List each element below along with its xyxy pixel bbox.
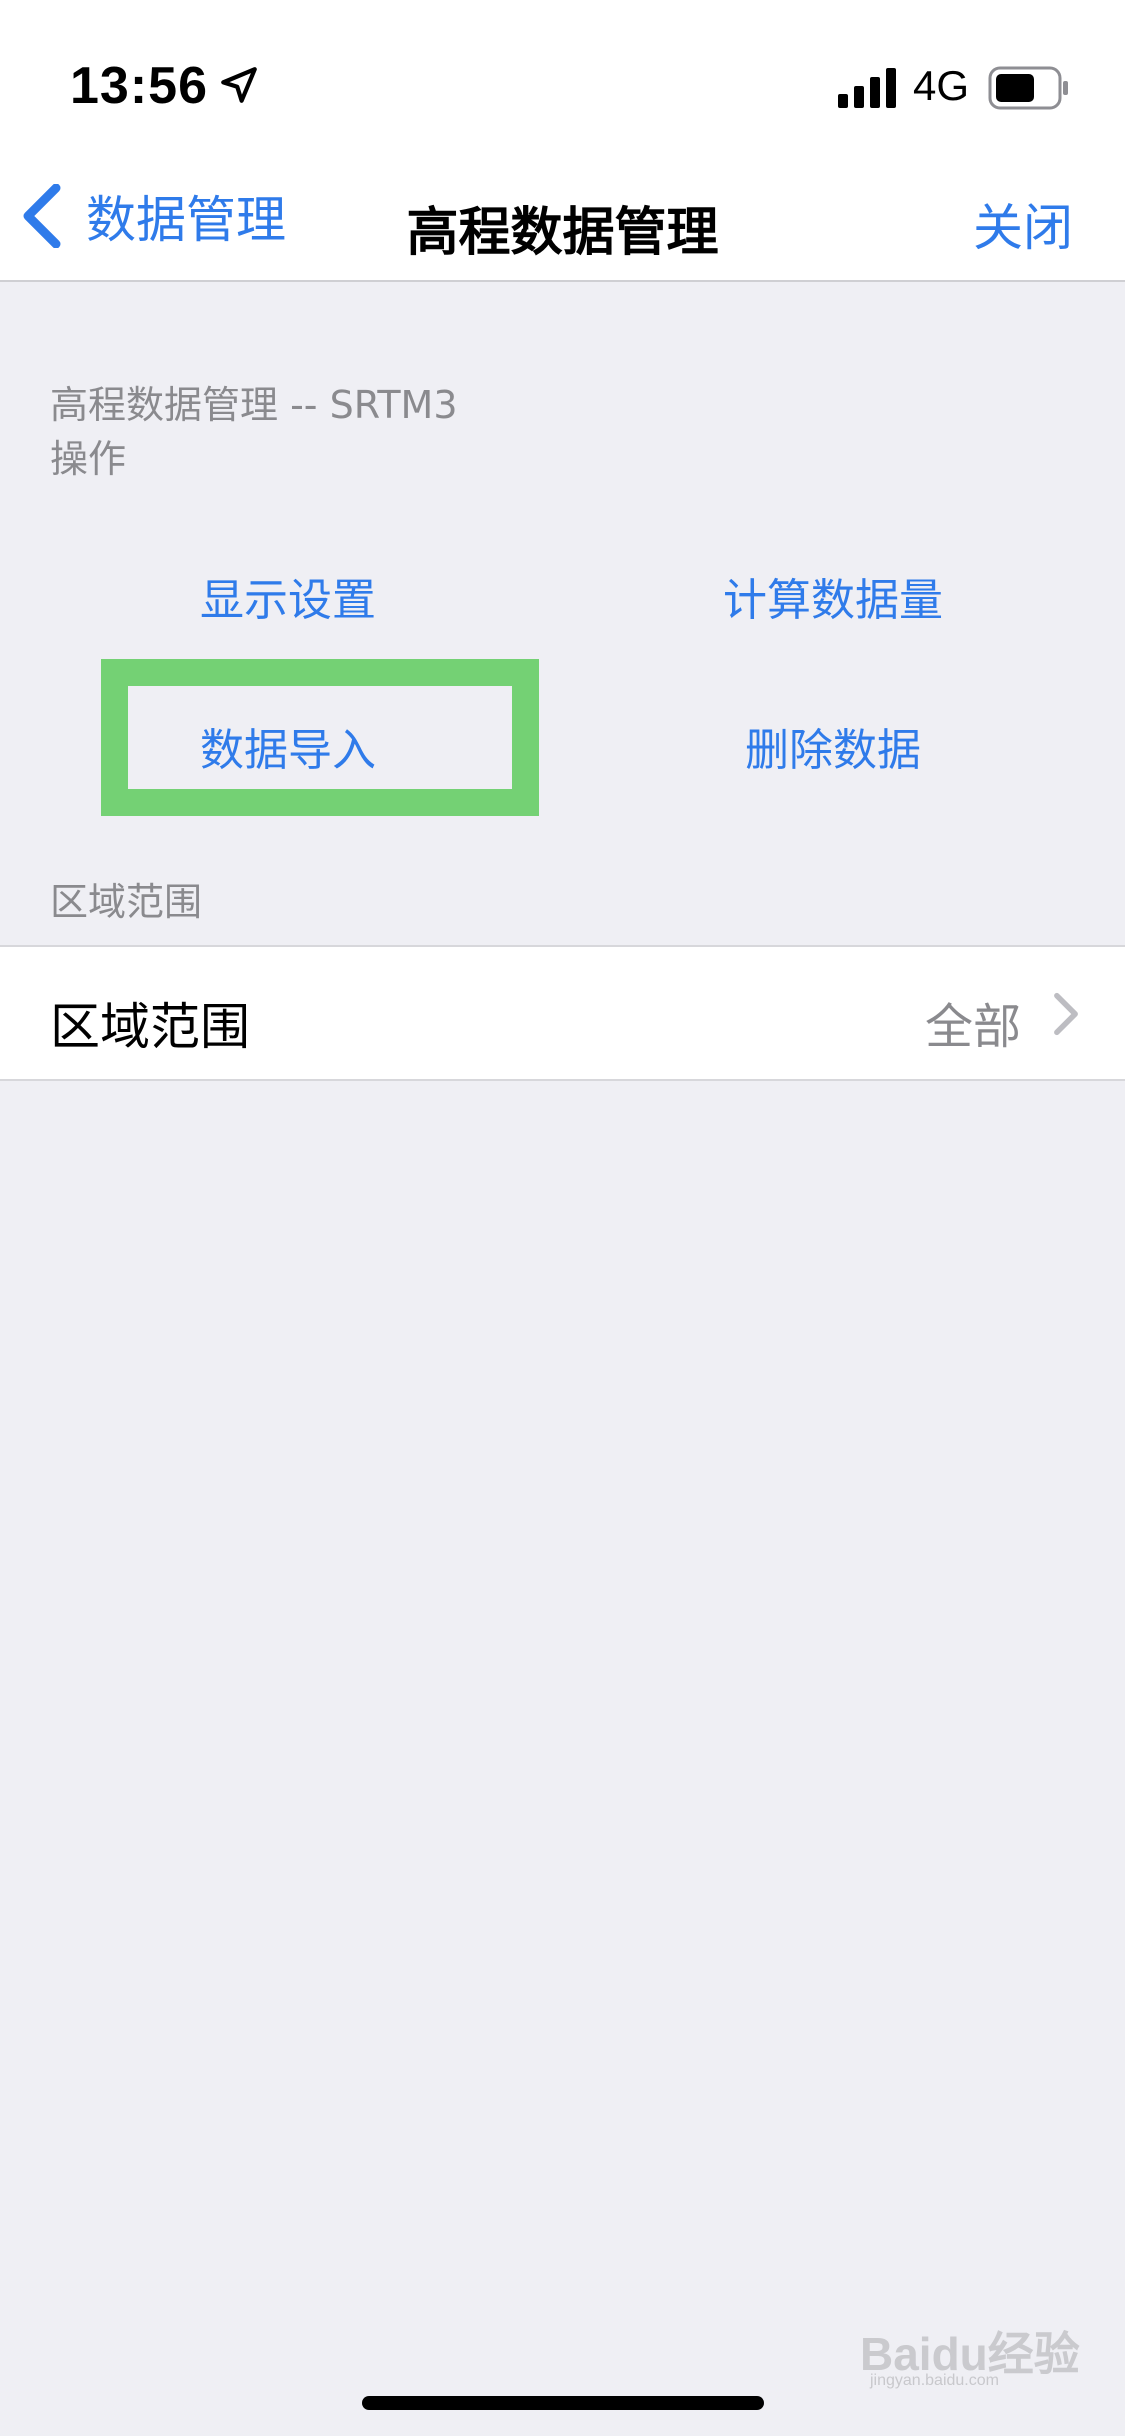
home-indicator[interactable] xyxy=(362,2396,764,2410)
navigation-bar: 数据管理 高程数据管理 关闭 xyxy=(0,150,1125,282)
import-data-button[interactable]: 数据导入 xyxy=(78,714,498,778)
delete-data-button[interactable]: 删除数据 xyxy=(623,714,1043,778)
chevron-right-icon xyxy=(1054,992,1078,1036)
section-header-subtitle: 操作 xyxy=(50,437,127,481)
region-range-label: 区域范围 xyxy=(50,998,250,1056)
location-arrow-icon xyxy=(221,67,257,103)
section-header-title: 高程数据管理 -- SRTM3 xyxy=(50,383,458,427)
region-range-row[interactable]: 区域范围 全部 xyxy=(0,945,1125,1081)
baidu-watermark: Baidu经验 jingyan.baidu.com xyxy=(860,2318,1080,2389)
close-button[interactable]: 关闭 xyxy=(973,188,1073,260)
watermark-sub-text: jingyan.baidu.com xyxy=(870,2372,999,2389)
status-time: 13:56 xyxy=(70,57,208,115)
region-range-value: 全部 xyxy=(924,999,1021,1055)
battery-icon xyxy=(988,66,1068,110)
status-bar: 13:56 4G xyxy=(0,0,1125,150)
page-title: 高程数据管理 xyxy=(406,203,719,263)
display-settings-button[interactable]: 显示设置 xyxy=(78,564,498,628)
signal-bars-icon xyxy=(838,68,896,108)
calculate-data-button[interactable]: 计算数据量 xyxy=(623,564,1043,628)
region-section-header: 区域范围 xyxy=(50,880,203,924)
network-type-label: 4G xyxy=(913,62,970,109)
section-header: 高程数据管理 -- SRTM3 操作 xyxy=(50,378,458,486)
